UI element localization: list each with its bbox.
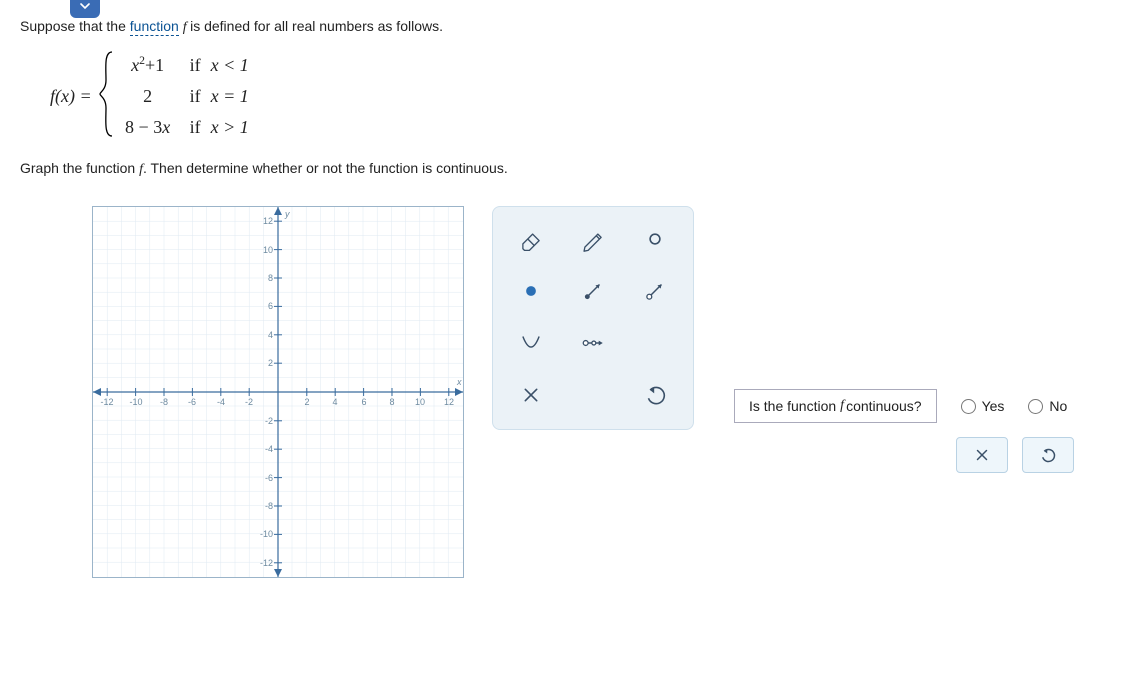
reset-answer-button[interactable] <box>1022 437 1074 473</box>
chevron-down-icon <box>77 0 93 14</box>
coordinate-grid: -12 -10 -8 -6 -4 -2 2 4 6 8 10 12 12 10 … <box>93 207 463 577</box>
function-link[interactable]: function <box>130 18 179 36</box>
drawing-toolbar <box>492 206 694 430</box>
pencil-tool[interactable] <box>573 219 613 259</box>
case-if: if <box>190 55 201 76</box>
open-segment-icon <box>580 330 606 356</box>
radio-icon <box>1028 399 1043 414</box>
svg-text:6: 6 <box>361 397 366 407</box>
spacer <box>635 323 675 363</box>
radio-no-label: No <box>1049 398 1067 414</box>
svg-text:6: 6 <box>268 301 273 311</box>
closed-point-tool[interactable] <box>511 271 551 311</box>
function-name: f <box>183 20 190 35</box>
ray-closed-tool[interactable] <box>573 271 613 311</box>
radio-no[interactable]: No <box>1028 398 1067 414</box>
parabola-icon <box>518 330 544 356</box>
radio-icon <box>961 399 976 414</box>
case-row-1: x2+1 if x < 1 <box>120 54 249 76</box>
collapse-chevron[interactable] <box>70 0 100 18</box>
ray-closed-icon <box>580 278 606 304</box>
case-cond: x < 1 <box>211 55 249 76</box>
instruction: Graph the function f. Then determine whe… <box>20 160 1111 178</box>
case-cond: x > 1 <box>211 117 249 138</box>
svg-text:12: 12 <box>444 397 454 407</box>
left-brace-icon <box>98 50 116 138</box>
case-expr: x2+1 <box>120 54 176 76</box>
svg-text:12: 12 <box>263 216 273 226</box>
case-if: if <box>190 117 201 138</box>
svg-text:8: 8 <box>268 273 273 283</box>
intro-prefix: Suppose that the <box>20 18 130 34</box>
svg-text:-2: -2 <box>245 397 253 407</box>
undo-tool[interactable] <box>635 375 675 415</box>
undo-icon <box>642 382 668 408</box>
case-row-3: 8 − 3x if x > 1 <box>120 117 249 138</box>
brace-wrapper: x2+1 if x < 1 2 if x = 1 8 − 3x if x > 1 <box>98 50 249 142</box>
ray-open-tool[interactable] <box>635 271 675 311</box>
case-if: if <box>190 86 201 107</box>
svg-text:10: 10 <box>263 245 273 255</box>
svg-text:-6: -6 <box>265 473 273 483</box>
cases: x2+1 if x < 1 2 if x = 1 8 − 3x if x > 1 <box>116 50 249 142</box>
y-axis-label: y <box>284 209 290 219</box>
open-segment-tool[interactable] <box>573 323 613 363</box>
instruction-mid: . Then determine whether or not the func… <box>143 160 508 176</box>
svg-text:4: 4 <box>332 397 337 407</box>
clear-answer-button[interactable] <box>956 437 1008 473</box>
close-icon <box>973 446 991 464</box>
svg-text:-2: -2 <box>265 416 273 426</box>
svg-text:-8: -8 <box>160 397 168 407</box>
close-icon <box>518 382 544 408</box>
spacer2 <box>573 375 613 415</box>
svg-text:-8: -8 <box>265 501 273 511</box>
svg-text:2: 2 <box>268 358 273 368</box>
function-name: f <box>840 398 844 414</box>
svg-text:2: 2 <box>304 397 309 407</box>
open-point-icon <box>642 226 668 252</box>
graph-canvas[interactable]: -12 -10 -8 -6 -4 -2 2 4 6 8 10 12 12 10 … <box>92 206 464 578</box>
svg-text:-12: -12 <box>100 397 113 407</box>
problem-intro: Suppose that the function f is defined f… <box>20 18 1111 36</box>
case-cond: x = 1 <box>211 86 249 107</box>
ray-open-icon <box>642 278 668 304</box>
question-panel: Is the function f continuous? Yes No <box>734 206 1074 616</box>
case-expr: 2 <box>120 86 176 107</box>
svg-text:-12: -12 <box>260 558 273 568</box>
x-axis-label: x <box>456 377 462 387</box>
pencil-icon <box>580 226 606 252</box>
case-row-2: 2 if x = 1 <box>120 86 249 107</box>
question-suffix: continuous? <box>846 398 922 414</box>
radio-yes[interactable]: Yes <box>961 398 1005 414</box>
clear-tool[interactable] <box>511 375 551 415</box>
svg-text:8: 8 <box>389 397 394 407</box>
eraser-icon <box>518 226 544 252</box>
radio-yes-label: Yes <box>982 398 1005 414</box>
continuity-question: Is the function f continuous? <box>734 389 937 423</box>
svg-text:-4: -4 <box>265 444 273 454</box>
piecewise-definition: f(x) = x2+1 if x < 1 2 if x = 1 8 − 3x i… <box>50 50 1111 142</box>
instruction-pre: Graph the function <box>20 160 139 176</box>
parabola-tool[interactable] <box>511 323 551 363</box>
definition-lhs: f(x) = <box>50 86 92 107</box>
eraser-tool[interactable] <box>511 219 551 259</box>
svg-text:-10: -10 <box>260 529 273 539</box>
svg-text:10: 10 <box>415 397 425 407</box>
undo-icon <box>1039 446 1057 464</box>
case-expr: 8 − 3x <box>120 117 176 138</box>
svg-text:-6: -6 <box>188 397 196 407</box>
closed-point-icon <box>518 278 544 304</box>
svg-text:-4: -4 <box>217 397 225 407</box>
intro-suffix: is defined for all real numbers as follo… <box>190 18 443 34</box>
svg-text:4: 4 <box>268 330 273 340</box>
question-text: Is the function <box>749 398 836 414</box>
open-point-tool[interactable] <box>635 219 675 259</box>
svg-text:-10: -10 <box>129 397 142 407</box>
